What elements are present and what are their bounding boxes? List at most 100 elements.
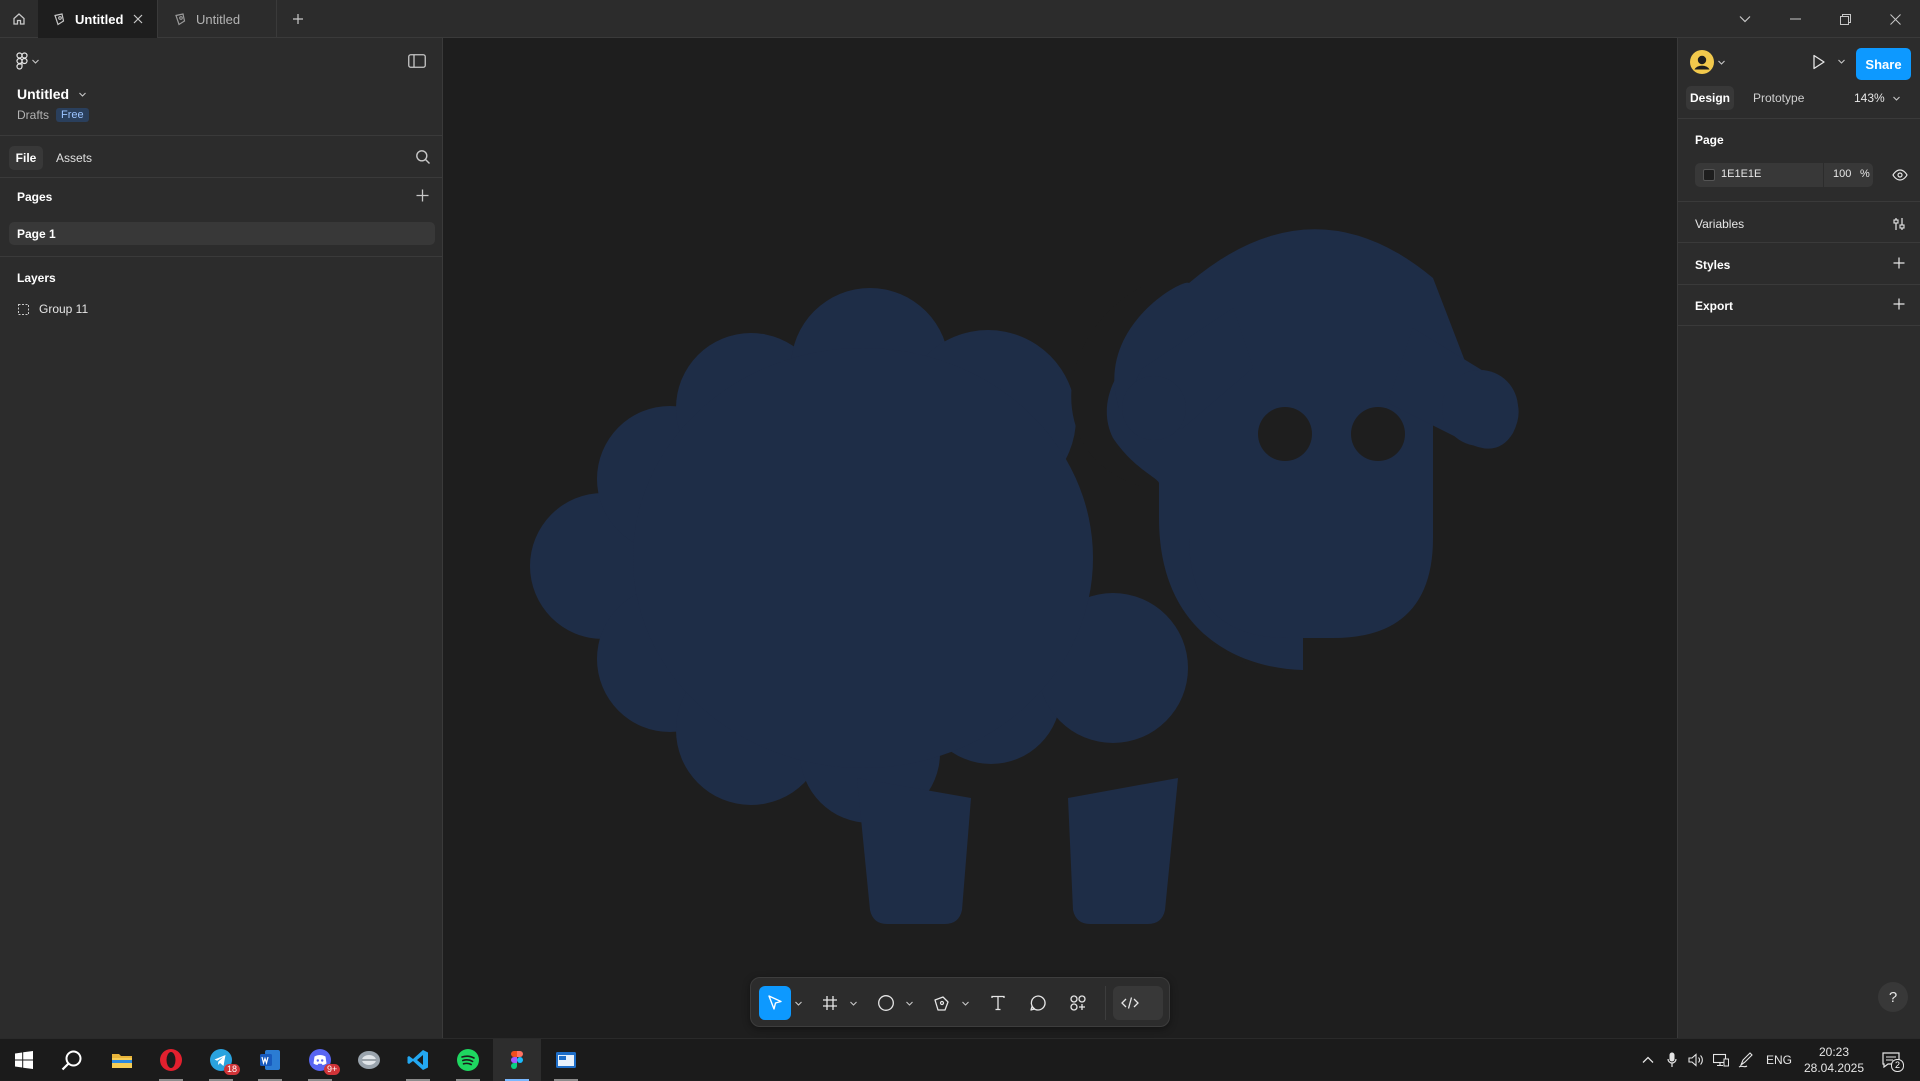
- pen-workspace-tray-button[interactable]: [1734, 1039, 1758, 1081]
- opacity-unit: %: [1860, 168, 1870, 180]
- pen-tool-button[interactable]: [927, 986, 957, 1020]
- dev-mode-toggle[interactable]: [1113, 986, 1163, 1020]
- group-icon: [18, 303, 29, 315]
- new-tab-button[interactable]: [286, 0, 310, 38]
- toolbar-divider: [1105, 986, 1106, 1020]
- opera-icon: [159, 1048, 183, 1072]
- sidebar-toggle-icon: [408, 54, 426, 68]
- toggle-visibility-button[interactable]: [1892, 169, 1908, 181]
- present-button[interactable]: [1812, 54, 1826, 70]
- comment-tool-button[interactable]: [1023, 986, 1053, 1020]
- text-icon: [990, 995, 1006, 1011]
- figma-logo-icon: [16, 52, 28, 70]
- move-tool-button[interactable]: [759, 986, 791, 1020]
- variables-heading[interactable]: Variables: [1695, 217, 1744, 231]
- window-taskbar-button[interactable]: [542, 1039, 590, 1081]
- notifications-count: 2: [1891, 1059, 1905, 1072]
- tab-untitled-active[interactable]: Untitled: [38, 0, 158, 38]
- search-taskbar-button[interactable]: [48, 1039, 96, 1081]
- telegram-taskbar-button[interactable]: 18: [197, 1039, 245, 1081]
- zoom-dropdown[interactable]: 143%: [1854, 86, 1900, 110]
- text-tool-button[interactable]: [983, 986, 1013, 1020]
- variables-settings-button[interactable]: [1892, 217, 1906, 231]
- page-opacity[interactable]: 100: [1833, 168, 1851, 180]
- tab-untitled-2[interactable]: Untitled: [159, 0, 277, 38]
- telegram-badge: 18: [224, 1064, 241, 1075]
- tabs-dropdown-button[interactable]: [1720, 0, 1770, 38]
- tab-file[interactable]: File: [9, 146, 43, 170]
- move-tool-menu-button[interactable]: [792, 986, 804, 1020]
- actions-icon: [1069, 994, 1087, 1012]
- file-name-dropdown[interactable]: Untitled: [17, 86, 86, 102]
- discord-taskbar-button[interactable]: 9+: [296, 1039, 344, 1081]
- word-taskbar-button[interactable]: [246, 1039, 294, 1081]
- windows-taskbar: 18 9+ ENG 20:23 28.04.2025 2: [0, 1038, 1920, 1081]
- search-layers-button[interactable]: [415, 149, 431, 165]
- frame-tool-button[interactable]: [815, 986, 845, 1020]
- color-swatch[interactable]: [1703, 169, 1715, 181]
- show-hidden-icons-button[interactable]: [1636, 1039, 1660, 1081]
- search-icon: [415, 149, 431, 165]
- figma-taskbar-button[interactable]: [493, 1039, 541, 1081]
- main-menu-button[interactable]: [16, 52, 39, 70]
- tab-assets[interactable]: Assets: [56, 146, 92, 170]
- restore-button[interactable]: [1820, 0, 1870, 38]
- page-color-hex[interactable]: 1E1E1E: [1721, 168, 1761, 180]
- add-export-button[interactable]: [1893, 298, 1905, 310]
- pen-icon: [1738, 1052, 1754, 1068]
- user-menu-button[interactable]: [1690, 50, 1725, 74]
- tab-prototype[interactable]: Prototype: [1753, 86, 1804, 110]
- present-options-button[interactable]: [1838, 59, 1845, 64]
- toggle-ui-button[interactable]: [408, 54, 426, 68]
- speaker-icon: [1688, 1053, 1704, 1067]
- page-color-field[interactable]: 1E1E1E 100 %: [1695, 163, 1873, 187]
- tab-design[interactable]: Design: [1686, 86, 1734, 110]
- home-icon: [12, 12, 26, 26]
- spotify-taskbar-button[interactable]: [444, 1039, 492, 1081]
- opera-taskbar-button[interactable]: [147, 1039, 195, 1081]
- export-heading: Export: [1695, 299, 1734, 313]
- chevron-down-icon: [79, 92, 86, 97]
- divider: [1678, 201, 1920, 202]
- volume-tray-button[interactable]: [1684, 1039, 1708, 1081]
- pen-tool-menu-button[interactable]: [959, 986, 971, 1020]
- plus-icon: [292, 13, 304, 25]
- microphone-icon: [1667, 1052, 1677, 1068]
- shape-tool-button[interactable]: [871, 986, 901, 1020]
- network-tray-button[interactable]: [1709, 1039, 1733, 1081]
- plan-badge[interactable]: Free: [56, 108, 89, 122]
- start-button[interactable]: [0, 1039, 48, 1081]
- input-language-button[interactable]: ENG: [1762, 1039, 1796, 1081]
- file-location[interactable]: Drafts: [17, 108, 49, 122]
- canvas[interactable]: [443, 38, 1677, 1038]
- clock-button[interactable]: 20:23 28.04.2025: [1800, 1039, 1868, 1081]
- close-tab-icon[interactable]: [133, 14, 143, 24]
- vscode-icon: [407, 1049, 429, 1071]
- vscode-taskbar-button[interactable]: [394, 1039, 442, 1081]
- page-item-page-1[interactable]: Page 1: [9, 222, 435, 245]
- pages-heading: Pages: [17, 190, 53, 204]
- chevron-down-icon: [849, 1001, 857, 1006]
- share-button[interactable]: Share: [1856, 48, 1911, 80]
- chevron-down-icon: [961, 1001, 969, 1006]
- add-page-button[interactable]: [416, 189, 429, 202]
- sliders-icon: [1892, 217, 1906, 231]
- home-button[interactable]: [0, 0, 38, 38]
- close-window-button[interactable]: [1870, 0, 1920, 38]
- tab-label: Untitled: [196, 11, 241, 27]
- sheep-eye-right: [1351, 407, 1405, 461]
- divider: [1678, 284, 1920, 285]
- frame-tool-menu-button[interactable]: [847, 986, 859, 1020]
- microphone-tray-button[interactable]: [1661, 1039, 1683, 1081]
- minimize-button[interactable]: [1770, 0, 1820, 38]
- shape-tool-menu-button[interactable]: [903, 986, 915, 1020]
- file-explorer-taskbar-button[interactable]: [98, 1039, 146, 1081]
- help-button[interactable]: ?: [1878, 982, 1908, 1012]
- add-style-button[interactable]: [1893, 257, 1905, 269]
- notifications-button[interactable]: 2: [1874, 1039, 1908, 1081]
- left-panel: Untitled Drafts Free File Assets Pages P…: [0, 38, 443, 1038]
- app-taskbar-button[interactable]: [345, 1039, 393, 1081]
- sheep-illustration[interactable]: [443, 38, 1677, 1038]
- actions-tool-button[interactable]: [1063, 986, 1093, 1020]
- layer-item-group-11[interactable]: Group 11: [18, 302, 88, 316]
